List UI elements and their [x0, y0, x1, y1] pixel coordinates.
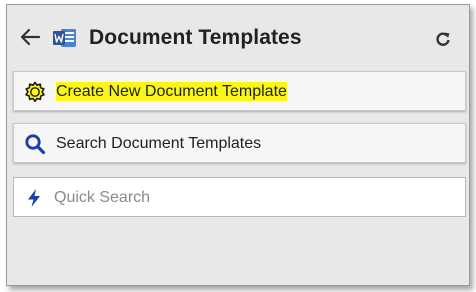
search-templates-button[interactable]: Search Document Templates: [13, 123, 466, 163]
quick-search-box: [13, 177, 466, 217]
word-icon: [53, 29, 76, 47]
panel-header: Document Templates: [7, 5, 469, 67]
lightning-icon: [28, 189, 40, 207]
create-template-label: Create New Document Template: [56, 82, 287, 101]
gear-icon: [25, 81, 45, 103]
search-templates-label: Search Document Templates: [56, 135, 262, 152]
search-icon: [25, 134, 46, 155]
arrow-left-icon[interactable]: [17, 24, 43, 50]
page-title: Document Templates: [89, 26, 302, 49]
quick-search-input[interactable]: [52, 185, 456, 211]
create-template-button[interactable]: Create New Document Template: [13, 71, 466, 111]
document-templates-panel: Document Templates Create New Document T…: [6, 4, 470, 286]
refresh-icon[interactable]: [435, 31, 451, 47]
